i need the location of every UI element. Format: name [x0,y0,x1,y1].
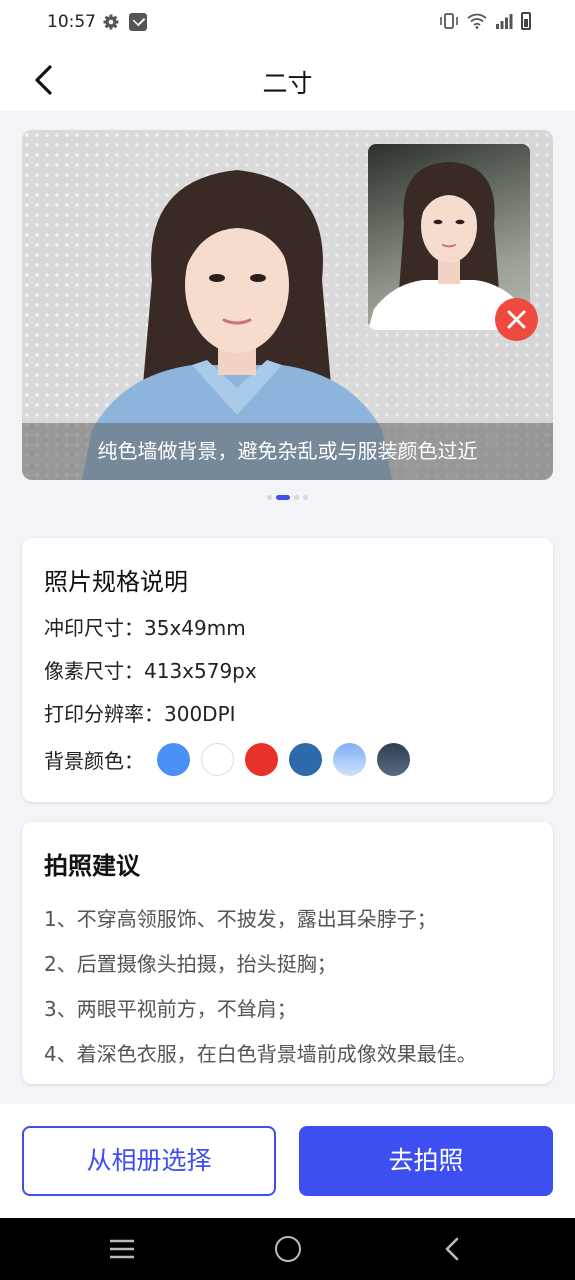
carousel-indicator [0,495,575,501]
system-nav-bar [0,1218,575,1280]
color-swatch-dark-blue[interactable] [289,743,322,776]
home-icon[interactable] [275,1236,301,1262]
status-time: 10:57 [47,12,96,32]
tip-item: 1、不穿高领服饰、不披发，露出耳朵脖子； [44,907,437,931]
carousel-dot[interactable] [303,495,308,500]
spec-card-title: 照片规格说明 [44,568,188,596]
vibrate-icon [440,13,458,29]
photo-spec-card: 照片规格说明 冲印尺寸：35x49mm 像素尺寸：413x579px 打印分辨率… [22,538,553,802]
choose-from-album-button[interactable]: 从相册选择 [22,1126,276,1196]
carousel-dot[interactable] [267,495,272,500]
bottom-action-bar: 从相册选择 去拍照 [0,1104,575,1218]
print-size-text: 冲印尺寸：35x49mm [44,616,246,640]
take-photo-button[interactable]: 去拍照 [299,1126,553,1196]
tip-item: 3、两眼平视前方，不耸肩； [44,997,297,1021]
example-photo-banner[interactable]: 纯色墙做背景，避免杂乱或与服装颜色过近 [22,130,553,480]
color-swatch-white[interactable] [201,743,234,776]
recent-apps-icon[interactable] [109,1238,135,1260]
wifi-icon [467,13,487,29]
app-header: 二寸 [0,48,575,111]
close-icon [507,310,526,329]
gear-icon [103,14,119,30]
pixel-size-text: 像素尺寸：413x579px [44,659,257,683]
background-colors-label: 背景颜色： [44,749,144,773]
color-swatch-gradient-blue[interactable] [333,743,366,776]
tip-item: 4、着深色衣服，在白色背景墙前成像效果最佳。 [44,1042,477,1066]
color-swatch-blue[interactable] [157,743,190,776]
status-bar: 10:57 [0,0,575,48]
color-swatch-red[interactable] [245,743,278,776]
page-title: 二寸 [262,69,313,98]
carousel-dot-active[interactable] [276,495,290,500]
tips-card-title: 拍照建议 [44,852,140,880]
notification-icon [129,13,147,31]
background-colors-row: 背景颜色： [44,743,421,776]
system-back-icon[interactable] [442,1237,462,1261]
photo-tips-card: 拍照建议 1、不穿高领服饰、不披发，露出耳朵脖子； 2、后置摄像头拍摄，抬头挺胸… [22,822,553,1084]
tip-item: 2、后置摄像头拍摄，抬头挺胸； [44,952,337,976]
dpi-text: 打印分辨率：300DPI [44,702,236,726]
signal-icon [496,14,513,29]
banner-caption: 纯色墙做背景，避免杂乱或与服装颜色过近 [22,423,553,480]
remove-photo-button[interactable] [495,298,538,341]
color-swatch-gradient-gray[interactable] [377,743,410,776]
battery-icon [521,12,531,30]
carousel-dot[interactable] [294,495,299,500]
